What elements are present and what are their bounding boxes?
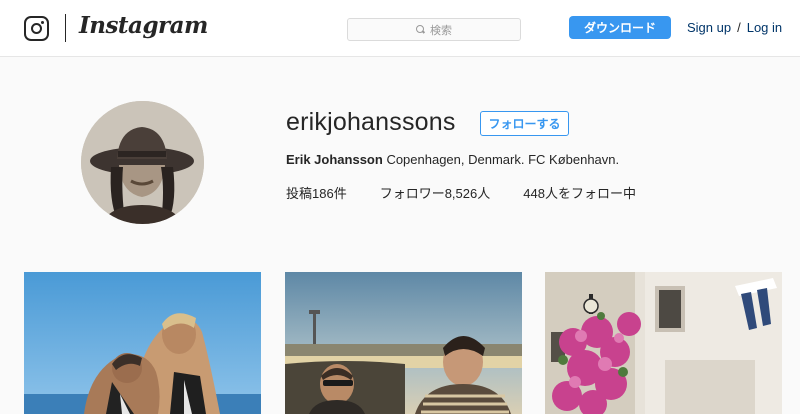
followers-count[interactable]: フォロワー8,526人 <box>380 183 491 202</box>
search-input[interactable]: 検索 <box>347 18 521 41</box>
profile-bio: Erik Johansson Copenhagen, Denmark. FC K… <box>286 152 619 167</box>
posts-count: 投稿186件 <box>286 186 347 201</box>
signup-link[interactable]: Sign up <box>687 20 731 35</box>
top-nav: Instagram 検索 ダウンロード Sign up / Log in <box>0 0 800 57</box>
instagram-wordmark[interactable]: Instagram <box>79 12 208 39</box>
login-link[interactable]: Log in <box>747 20 782 35</box>
post-thumbnail[interactable] <box>24 272 261 414</box>
post-thumbnail[interactable] <box>285 272 522 414</box>
instagram-camera-icon[interactable] <box>24 16 49 41</box>
profile-full-name: Erik Johansson <box>286 152 383 167</box>
post-thumbnail[interactable] <box>545 272 782 414</box>
search-placeholder: 検索 <box>430 24 452 37</box>
follow-button[interactable]: フォローする <box>480 111 569 136</box>
auth-links: Sign up / Log in <box>687 20 782 35</box>
auth-separator: / <box>737 20 741 35</box>
profile-stats: 投稿186件 フォロワー8,526人 448人をフォロー中 <box>286 183 636 202</box>
download-button[interactable]: ダウンロード <box>569 16 671 39</box>
profile-bio-text: Copenhagen, Denmark. FC København. <box>386 152 620 167</box>
profile-avatar <box>81 101 204 224</box>
following-count[interactable]: 448人をフォロー中 <box>523 183 636 202</box>
profile-username: erikjohanssons <box>286 108 456 136</box>
search-icon <box>416 25 425 34</box>
logo-divider <box>65 14 66 42</box>
